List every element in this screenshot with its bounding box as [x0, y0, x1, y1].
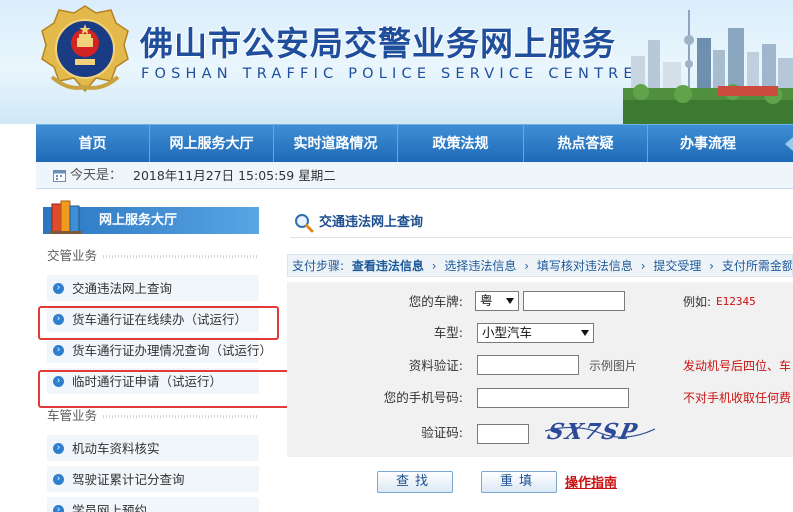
main-panel: 交通违法网上查询 支付步骤: 查看违法信息 › 选择违法信息 › 填写核对违法信… [285, 200, 793, 512]
verify-hint: 发动机号后四位、车 [683, 359, 792, 373]
sidebar-item-truck-permit-status[interactable]: › 货车通行证办理情况查询（试运行） [47, 337, 272, 364]
query-form: 您的车牌: 粤 例如: E12345 车型: 小型汽车 资料验证: 示例图片 发… [287, 282, 793, 457]
phone-hint: 不对手机收取任何费 [683, 391, 792, 405]
panel-title: 交通违法网上查询 [290, 210, 450, 236]
sidebar-item-license-points[interactable]: › 驾驶证累计记分查询 [47, 466, 259, 493]
plate-label: 您的车牌: [408, 294, 463, 309]
sidebar-item-student-booking[interactable]: › 学员网上预约 [47, 497, 259, 512]
police-emblem-icon [41, 5, 129, 93]
payment-steps: 支付步骤: 查看违法信息 › 选择违法信息 › 填写核对违法信息 › 提交受理 … [287, 254, 793, 277]
site-title: 佛山市公安局交警业务网上服务 [140, 24, 616, 63]
sidebar-item-label: 货车通行证办理情况查询（试运行） [72, 343, 273, 358]
sidebar-item-label: 机动车资料核实 [72, 441, 160, 456]
sidebar: 网上服务大厅 交管业务 › 交通违法网上查询 › 货车通行证在线续办（试运行） … [36, 200, 289, 512]
date-bar: 今天是： 2018年11月27日 15:05:59 星期二 [36, 162, 793, 189]
chevron-down-icon [506, 298, 514, 304]
step-5: 支付所需金额 [721, 259, 793, 273]
nav-item-regulations[interactable]: 政策法规 [398, 125, 524, 163]
sidebar-item-violation-query[interactable]: › 交通违法网上查询 [47, 275, 259, 302]
search-button[interactable]: 查找 [377, 471, 453, 493]
sidebar-section-title: 车管业务 [47, 408, 104, 423]
vehicle-type-select[interactable]: 小型汽车 [477, 323, 594, 343]
vehicle-type-value: 小型汽车 [482, 325, 533, 340]
chevron-right-icon: › [709, 259, 714, 273]
sidebar-section-traffic: 交管业务 [47, 246, 259, 266]
sidebar-item-label: 学员网上预约 [72, 503, 148, 512]
arrow-circle-icon: › [53, 283, 64, 294]
nav-item-road-status[interactable]: 实时道路情况 [274, 125, 398, 163]
panel-title-label: 交通违法网上查询 [319, 215, 424, 230]
city-skyline-image [623, 10, 793, 124]
verify-label: 资料验证: [408, 358, 463, 373]
sidebar-header-label: 网上服务大厅 [99, 213, 178, 228]
operation-guide-link[interactable]: 操作指南 [565, 472, 617, 491]
sidebar-section-vehicle: 车管业务 [47, 406, 259, 426]
plate-prefix-select[interactable]: 粤 [475, 291, 519, 311]
site-subtitle: FOSHAN TRAFFIC POLICE SERVICE CENTRE [141, 66, 638, 82]
arrow-circle-icon: › [53, 474, 64, 485]
verify-input[interactable] [477, 355, 579, 375]
nav-item-faq[interactable]: 热点答疑 [524, 125, 648, 163]
sidebar-section-title: 交管业务 [47, 248, 104, 263]
plate-number-input[interactable] [523, 291, 625, 311]
sidebar-item-label: 交通违法网上查询 [72, 281, 173, 296]
nav-item-service-hall[interactable]: 网上服务大厅 [150, 125, 274, 163]
main-nav: 首页 网上服务大厅 实时道路情况 政策法规 热点答疑 办事流程 [36, 124, 793, 163]
captcha-image-text: SX7SP [545, 419, 641, 445]
captcha-label: 验证码: [421, 425, 463, 440]
nav-scroll-arrow-icon[interactable] [785, 137, 793, 151]
verify-sample-link[interactable]: 示例图片 [589, 356, 637, 376]
plate-prefix-value: 粤 [480, 293, 493, 308]
chevron-down-icon [581, 330, 589, 336]
site-header: 佛山市公安局交警业务网上服务 FOSHAN TRAFFIC POLICE SER… [0, 0, 793, 124]
phone-input[interactable] [477, 388, 629, 408]
chevron-right-icon: › [431, 259, 437, 273]
phone-label: 您的手机号码: [383, 390, 463, 405]
sidebar-item-label: 驾驶证累计记分查询 [72, 472, 185, 487]
plate-example-value: E12345 [716, 295, 756, 308]
captcha-input[interactable] [477, 424, 529, 444]
arrow-circle-icon: › [53, 345, 64, 356]
step-2: 选择违法信息 [444, 259, 517, 273]
vehicle-type-label: 车型: [433, 325, 463, 340]
nav-item-home[interactable]: 首页 [36, 125, 150, 163]
arrow-circle-icon: › [53, 443, 64, 454]
date-value: 2018年11月27日 15:05:59 星期二 [133, 168, 336, 183]
books-icon [50, 200, 82, 234]
arrow-circle-icon: › [53, 505, 64, 512]
nav-item-procedures[interactable]: 办事流程 [648, 125, 768, 163]
highlight-box-truck-renewal [38, 306, 279, 340]
reset-button[interactable]: 重填 [481, 471, 557, 493]
search-icon [295, 214, 314, 233]
steps-label: 支付步骤: [292, 259, 345, 273]
chevron-right-icon: › [640, 259, 646, 273]
chevron-right-icon: › [524, 259, 530, 273]
calendar-icon [53, 170, 66, 182]
step-4: 提交受理 [653, 259, 702, 273]
highlight-box-temp-permit [38, 370, 289, 408]
captcha-image[interactable]: SX7SP [545, 417, 655, 447]
date-label: 今天是： [70, 168, 123, 183]
plate-example-label: 例如: [683, 295, 712, 309]
step-1: 查看违法信息 [351, 259, 424, 273]
step-3: 填写核对违法信息 [536, 259, 633, 273]
sidebar-item-vehicle-info[interactable]: › 机动车资料核实 [47, 435, 259, 462]
